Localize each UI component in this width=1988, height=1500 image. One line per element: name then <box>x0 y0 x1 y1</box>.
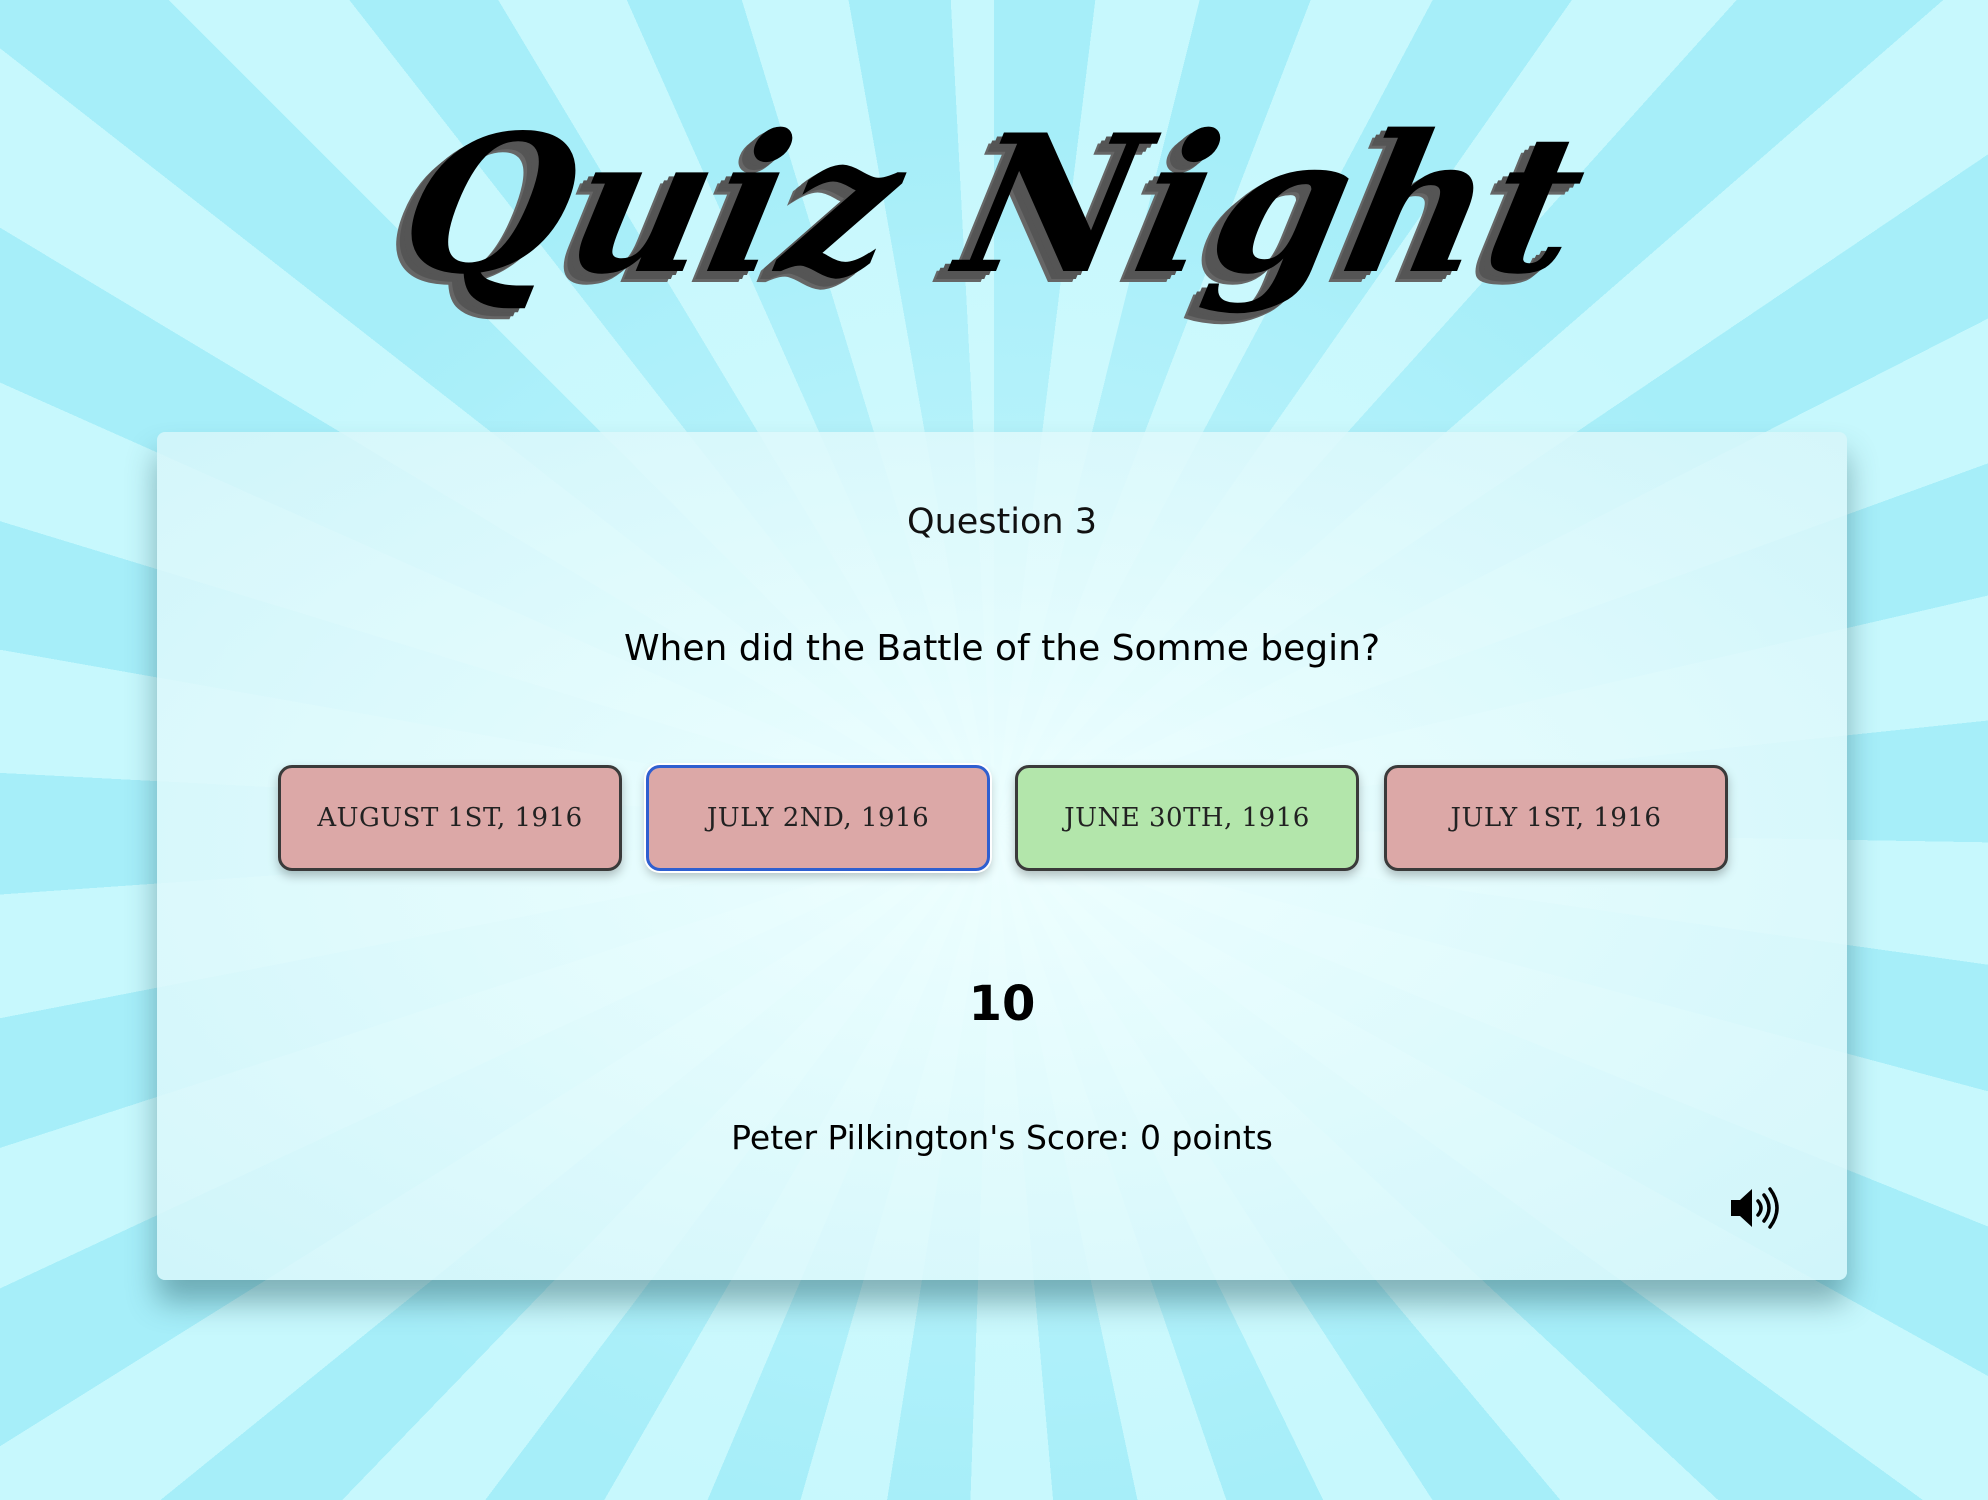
quiz-card: Question 3 When did the Battle of the So… <box>157 432 1847 1280</box>
answer-button-1[interactable]: August 1st, 1916 <box>278 765 622 871</box>
question-text: When did the Battle of the Somme begin? <box>623 628 1381 669</box>
answer-options: August 1st, 1916 July 2nd, 1916 June 30t… <box>278 765 1728 871</box>
countdown-timer: 10 <box>968 976 1036 1032</box>
answer-button-3[interactable]: June 30th, 1916 <box>1015 765 1359 871</box>
answer-button-4[interactable]: July 1st, 1916 <box>1384 765 1728 871</box>
question-number: Question 3 <box>907 502 1097 542</box>
speaker-icon[interactable] <box>1729 1185 1781 1231</box>
answer-button-2[interactable]: July 2nd, 1916 <box>646 765 990 871</box>
app-title: Quiz Night <box>383 93 1606 316</box>
player-score: Peter Pilkington's Score: 0 points <box>731 1118 1273 1157</box>
